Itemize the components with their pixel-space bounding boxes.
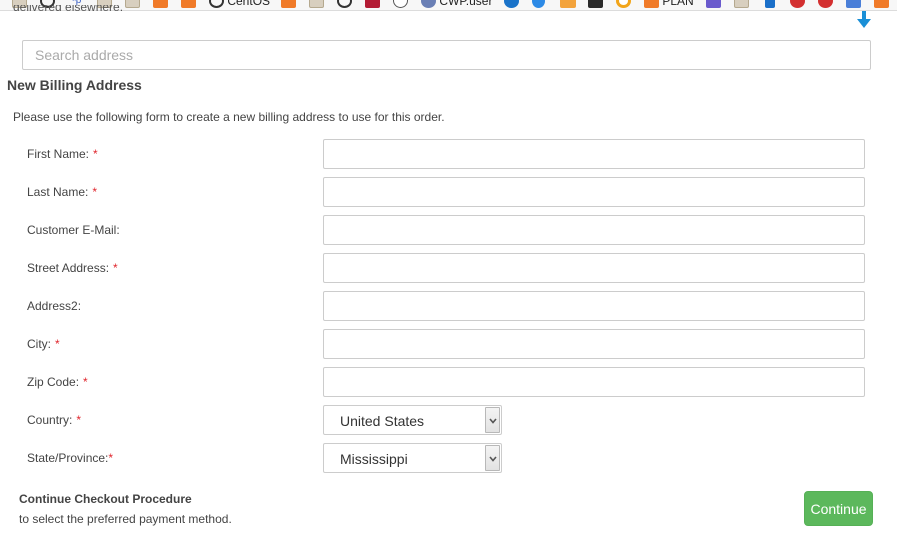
street-address-input[interactable] <box>323 253 865 283</box>
bookmark-item[interactable] <box>125 0 140 8</box>
country-label: Country: * <box>27 413 82 427</box>
city-input[interactable] <box>323 329 865 359</box>
bookmark-item[interactable]: CentOS <box>209 0 270 8</box>
bookmark-item[interactable] <box>393 0 408 8</box>
state-select[interactable]: Mississippi <box>323 443 502 473</box>
continue-button[interactable]: Continue <box>804 491 873 526</box>
owl-icon <box>421 0 436 8</box>
red-doc-icon <box>365 0 380 8</box>
bookmark-item[interactable] <box>309 0 324 8</box>
email-label: Customer E-Mail: <box>27 223 120 237</box>
required-marker: * <box>55 337 60 351</box>
form-row-last-name: Last Name: * <box>0 177 897 207</box>
red-round-icon <box>790 0 805 8</box>
bookmark-item[interactable] <box>532 0 545 8</box>
bookmark-label: CWP.user <box>439 0 493 8</box>
bookmark-item[interactable] <box>560 0 576 8</box>
globe-icon <box>337 0 352 8</box>
user-blue-icon <box>846 0 861 8</box>
zip-code-label: Zip Code: * <box>27 375 88 389</box>
orange-ring-icon <box>616 0 631 8</box>
blue-circle-icon <box>504 0 519 8</box>
form-row-city: City: * <box>0 329 897 359</box>
bookmark-item[interactable] <box>765 0 775 8</box>
bookmark-item[interactable] <box>846 0 861 8</box>
bookmark-item[interactable] <box>706 0 721 8</box>
xampp-icon <box>644 0 659 8</box>
required-marker: * <box>76 413 82 427</box>
chevron-down-icon[interactable] <box>485 407 500 433</box>
form-row-street-address: Street Address: * <box>0 253 897 283</box>
last-name-label: Last Name: * <box>27 185 98 199</box>
bookmark-item[interactable] <box>281 0 296 8</box>
country-selected-value: United States <box>340 413 425 429</box>
bookmark-item[interactable]: PLAN <box>644 0 694 8</box>
dark-square-icon <box>588 0 603 8</box>
download-arrow-icon[interactable] <box>857 11 871 29</box>
chevron-down-icon[interactable] <box>485 445 500 471</box>
section-title: New Billing Address <box>7 77 142 93</box>
last-name-input[interactable] <box>323 177 865 207</box>
street-address-label: Street Address: * <box>27 261 118 275</box>
bookmark-label: PLAN <box>662 0 694 8</box>
purple-square-icon <box>706 0 721 8</box>
required-marker: * <box>113 261 118 275</box>
required-marker: * <box>108 451 114 465</box>
globe-icon <box>209 0 224 8</box>
search-address-input[interactable] <box>22 40 871 70</box>
first-name-label: First Name: * <box>27 147 98 161</box>
state-selected-value: Mississippi <box>340 451 408 467</box>
paper-icon <box>734 0 749 8</box>
address2-label: Address2: <box>27 299 82 313</box>
blue-swirl-icon <box>532 0 545 8</box>
bookmark-item[interactable] <box>337 0 352 8</box>
bookmark-item[interactable] <box>504 0 519 8</box>
required-marker: * <box>93 147 98 161</box>
bookmark-item[interactable] <box>734 0 749 8</box>
intro-text: Please use the following form to create … <box>13 110 445 124</box>
zip-code-input[interactable] <box>323 367 865 397</box>
paper-icon <box>125 0 140 8</box>
pma-icon <box>560 0 576 8</box>
xampp-icon <box>281 0 296 8</box>
form-row-first-name: First Name: * <box>0 139 897 169</box>
first-name-input[interactable] <box>323 139 865 169</box>
xampp-icon <box>153 0 168 8</box>
checkout-title: Continue Checkout Procedure <box>19 492 192 506</box>
state-label: State/Province:* <box>27 451 114 465</box>
form-row-email: Customer E-Mail: <box>0 215 897 245</box>
xampp-icon <box>874 0 889 8</box>
checkout-subtitle: to select the preferred payment method. <box>19 512 232 526</box>
required-marker: * <box>83 375 88 389</box>
required-marker: * <box>92 185 98 199</box>
address2-input[interactable] <box>323 291 865 321</box>
bookmark-item[interactable]: CWP.user <box>421 0 492 8</box>
bookmark-label: CentOS <box>227 0 271 8</box>
city-label: City: * <box>27 337 60 351</box>
paper-icon <box>309 0 324 8</box>
country-select[interactable]: United States <box>323 405 502 435</box>
bookmark-item[interactable] <box>874 0 889 8</box>
red-round-icon <box>818 0 833 8</box>
form-row-address2: Address2: <box>0 291 897 321</box>
bookmark-item[interactable] <box>181 0 196 8</box>
bookmark-item[interactable] <box>790 0 805 8</box>
email-input[interactable] <box>323 215 865 245</box>
bookmark-item[interactable] <box>588 0 603 8</box>
bookmarks-bar: ᵃp CentOS CWP.user PLAN <box>0 0 897 11</box>
shield-icon <box>393 0 408 8</box>
blue-arrow-icon <box>765 0 775 8</box>
form-row-state: State/Province:* Mississippi <box>0 443 897 473</box>
form-row-zip-code: Zip Code: * <box>0 367 897 397</box>
bookmark-item[interactable] <box>616 0 631 8</box>
xampp-icon <box>181 0 196 8</box>
bookmark-item[interactable] <box>818 0 833 8</box>
form-row-country: Country: * United States <box>0 405 897 435</box>
bookmark-item[interactable] <box>365 0 380 8</box>
bookmark-item[interactable] <box>153 0 168 8</box>
